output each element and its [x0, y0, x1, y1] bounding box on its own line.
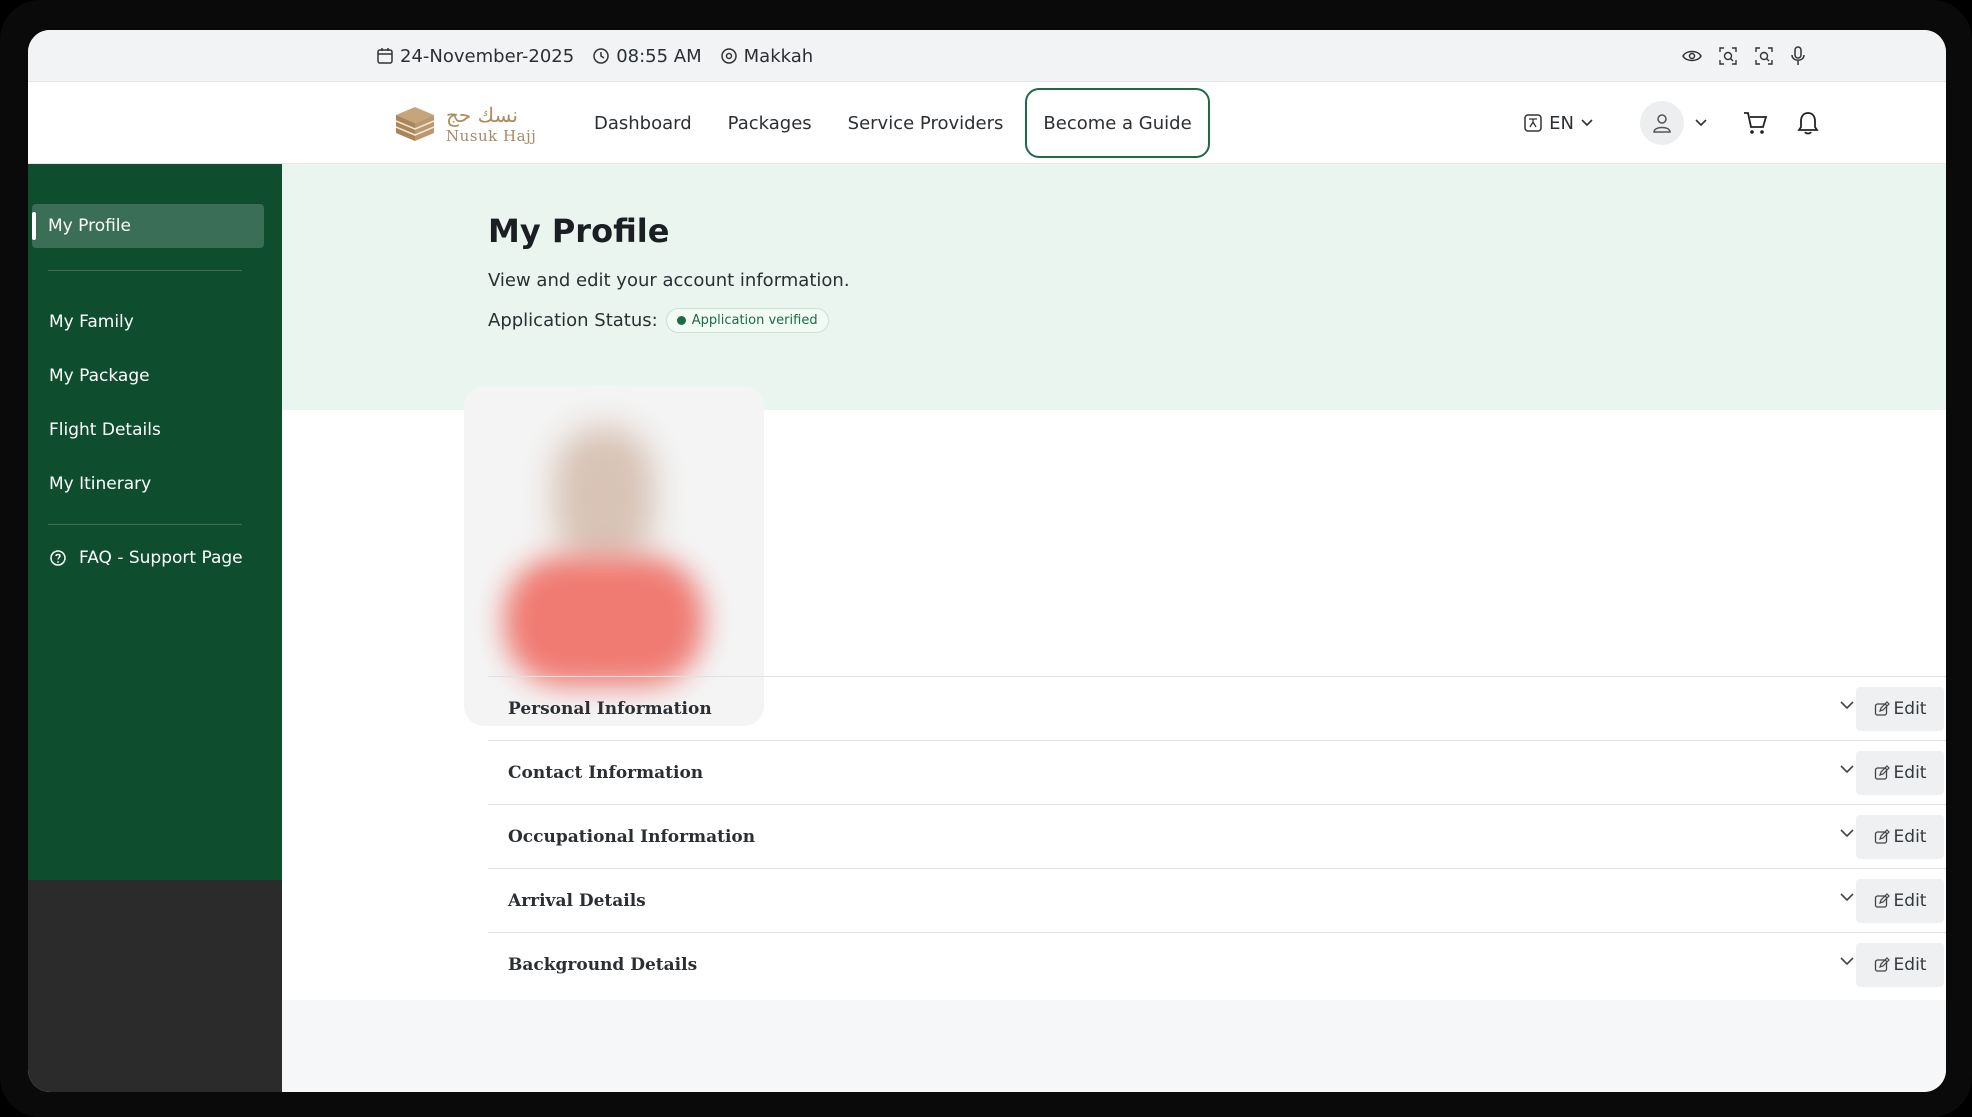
profile-sections: Personal Information Edit Contact Inform…	[488, 676, 1946, 996]
sidebar: My Profile My Family My Package Flight D…	[28, 164, 282, 880]
photo-body-blur	[504, 556, 704, 686]
nav-become-a-guide[interactable]: Become a Guide	[1025, 88, 1210, 158]
edit-button[interactable]: Edit	[1856, 879, 1944, 923]
section-background-details[interactable]: Background Details Edit	[488, 932, 1946, 996]
sidebar-item-my-package[interactable]: My Package	[49, 366, 150, 386]
profile-header: My Profile View and edit your account in…	[282, 164, 1946, 410]
edit-button[interactable]: Edit	[1856, 751, 1944, 795]
section-title: Arrival Details	[508, 890, 646, 911]
language-icon	[1523, 113, 1543, 133]
chevron-down-icon	[1694, 118, 1708, 128]
status-badge: Application verified	[665, 308, 829, 333]
bell-icon[interactable]	[1796, 110, 1820, 136]
cart-icon[interactable]	[1742, 110, 1768, 136]
app-screen: 24-November-2025 08:55 AM Makkah نسك حج …	[28, 30, 1946, 1092]
edit-label: Edit	[1893, 763, 1927, 783]
edit-label: Edit	[1893, 827, 1927, 847]
sidebar-item-label: My Profile	[48, 216, 131, 236]
sidebar-footer	[28, 880, 282, 1092]
sidebar-item-faq[interactable]: FAQ - Support Page	[49, 548, 243, 568]
edit-icon	[1874, 893, 1890, 909]
section-title: Contact Information	[508, 762, 704, 783]
section-title: Occupational Information	[508, 826, 756, 847]
main-navbar: نسك حج Nusuk Hajj Dashboard Packages Ser…	[28, 82, 1946, 164]
nusuk-logo[interactable]: نسك حج Nusuk Hajj	[392, 98, 542, 150]
chevron-down-icon[interactable]	[1838, 891, 1856, 903]
sidebar-divider	[48, 270, 242, 271]
info-left: 24-November-2025 08:55 AM Makkah	[376, 30, 813, 82]
status-label: Application Status:	[488, 310, 658, 331]
nav-service-providers[interactable]: Service Providers	[830, 88, 1022, 158]
edit-label: Edit	[1893, 699, 1927, 719]
eye-icon[interactable]	[1682, 48, 1702, 64]
sidebar-item-my-family[interactable]: My Family	[49, 312, 134, 332]
chevron-down-icon[interactable]	[1838, 955, 1856, 967]
sidebar-divider	[48, 524, 242, 525]
section-arrival-details[interactable]: Arrival Details Edit	[488, 868, 1946, 932]
logo-english: Nusuk Hajj	[446, 126, 537, 145]
location-pin-icon	[720, 47, 738, 65]
avatar[interactable]	[1640, 101, 1684, 145]
application-status: Application Status: Application verified	[488, 308, 829, 333]
edit-icon	[1874, 957, 1890, 973]
status-badge-text: Application verified	[691, 313, 818, 328]
nav-actions: EN	[1523, 82, 1820, 164]
page-title: My Profile	[488, 212, 670, 250]
location-text: Makkah	[743, 45, 814, 67]
top-info-bar: 24-November-2025 08:55 AM Makkah	[28, 30, 1946, 82]
nav-dashboard[interactable]: Dashboard	[576, 88, 710, 158]
page-subtitle: View and edit your account information.	[488, 270, 850, 291]
edit-button[interactable]: Edit	[1856, 815, 1944, 859]
section-title: Background Details	[508, 954, 698, 975]
profile-photo	[464, 386, 764, 726]
clock-icon	[592, 47, 610, 65]
edit-button[interactable]: Edit	[1856, 943, 1944, 987]
edit-label: Edit	[1893, 955, 1927, 975]
user-icon	[1651, 112, 1673, 134]
zoom-out-icon[interactable]	[1754, 46, 1774, 66]
sidebar-item-my-profile[interactable]: My Profile	[32, 204, 264, 248]
user-menu[interactable]	[1640, 101, 1708, 145]
edit-icon	[1874, 829, 1890, 845]
section-contact-information[interactable]: Contact Information Edit	[488, 740, 1946, 804]
accessibility-tools	[1682, 30, 1806, 82]
language-selector[interactable]: EN	[1523, 113, 1594, 134]
microphone-icon[interactable]	[1790, 46, 1806, 66]
sidebar-item-my-itinerary[interactable]: My Itinerary	[49, 474, 151, 494]
date-text: 24-November-2025	[400, 45, 575, 67]
date-display: 24-November-2025	[376, 46, 574, 67]
edit-icon	[1874, 765, 1890, 781]
kaaba-logo-icon	[392, 101, 438, 147]
photo-head-blur	[554, 426, 654, 566]
chevron-down-icon[interactable]	[1838, 699, 1856, 711]
edit-icon	[1874, 701, 1890, 717]
section-personal-information[interactable]: Personal Information Edit	[488, 676, 1946, 740]
nav-links: Dashboard Packages Service Providers Bec…	[576, 82, 1210, 164]
chevron-down-icon[interactable]	[1838, 763, 1856, 775]
chevron-down-icon	[1580, 118, 1594, 128]
time-text: 08:55 AM	[616, 45, 702, 67]
language-label: EN	[1549, 112, 1574, 134]
calendar-icon	[376, 47, 394, 65]
logo-arabic: نسك حج	[446, 102, 518, 127]
location-display: Makkah	[720, 45, 814, 67]
sidebar-item-flight-details[interactable]: Flight Details	[49, 420, 161, 440]
edit-label: Edit	[1893, 891, 1927, 911]
logo-text: نسك حج Nusuk Hajj	[446, 105, 536, 144]
device-frame: 24-November-2025 08:55 AM Makkah نسك حج …	[0, 0, 1972, 1117]
nav-packages[interactable]: Packages	[710, 88, 830, 158]
content-footer-area	[282, 1000, 1946, 1092]
zoom-in-icon[interactable]	[1718, 46, 1738, 66]
edit-button[interactable]: Edit	[1856, 687, 1944, 731]
section-title: Personal Information	[508, 698, 712, 719]
status-dot-icon	[676, 316, 686, 325]
faq-label: FAQ - Support Page	[79, 548, 243, 568]
help-circle-icon	[49, 549, 67, 567]
time-display: 08:55 AM	[592, 45, 702, 67]
section-occupational-information[interactable]: Occupational Information Edit	[488, 804, 1946, 868]
chevron-down-icon[interactable]	[1838, 827, 1856, 839]
